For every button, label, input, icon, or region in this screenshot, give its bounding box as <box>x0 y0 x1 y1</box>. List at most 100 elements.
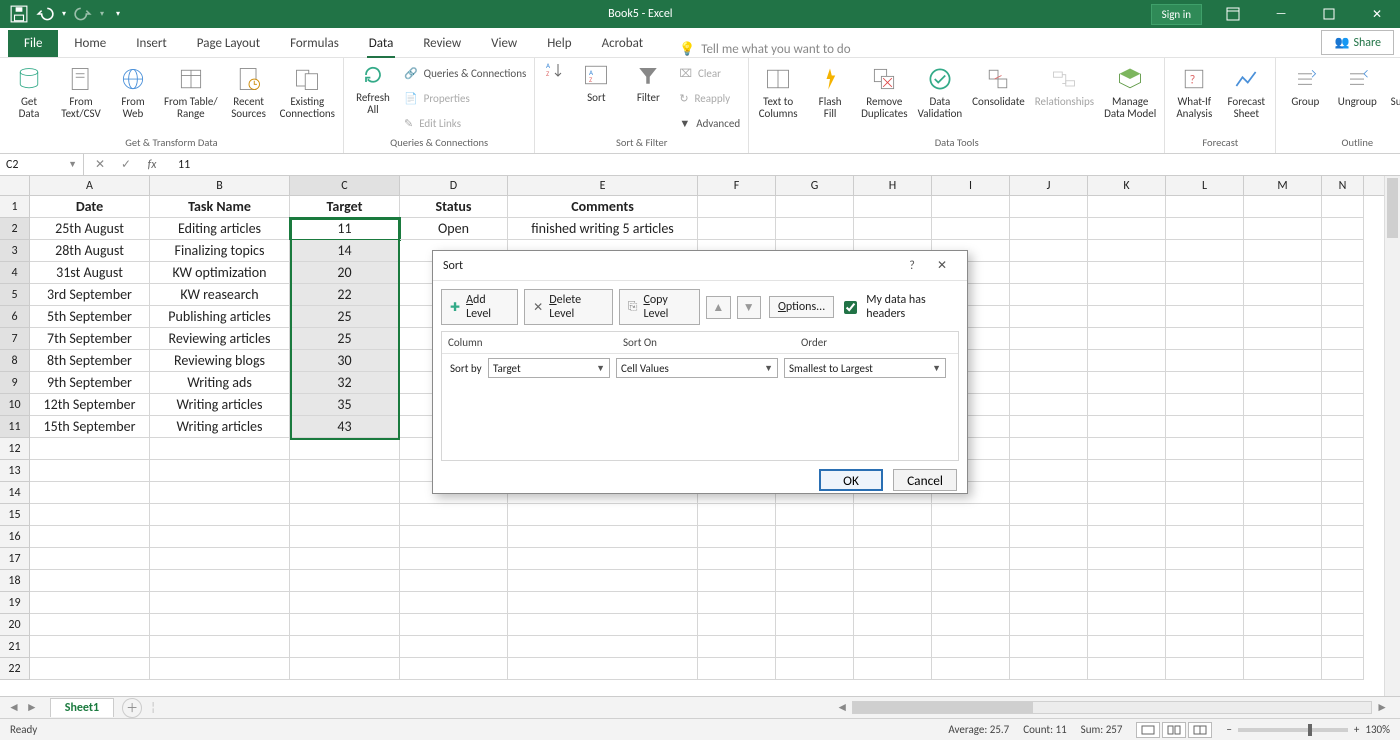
relationships-button[interactable]: Relationships <box>1035 60 1094 108</box>
cell[interactable]: KW reasearch <box>150 284 290 306</box>
cell[interactable] <box>1322 614 1364 636</box>
cell[interactable] <box>1088 196 1166 218</box>
zoom-control[interactable]: − + 130% <box>1226 723 1390 736</box>
cell[interactable] <box>1322 306 1364 328</box>
data-validation-button[interactable]: Data Validation <box>918 60 963 120</box>
cell[interactable]: 25 <box>290 306 400 328</box>
cell[interactable] <box>1244 438 1322 460</box>
col-E[interactable]: E <box>508 176 698 195</box>
row-header[interactable]: 6 <box>0 306 30 328</box>
cell[interactable] <box>1088 284 1166 306</box>
cell[interactable] <box>1010 482 1088 504</box>
col-N[interactable]: N <box>1322 176 1364 195</box>
cell[interactable] <box>400 526 508 548</box>
chevron-down-icon[interactable]: ▼ <box>68 159 77 170</box>
zoom-out-icon[interactable]: − <box>1226 723 1231 736</box>
cell[interactable] <box>290 592 400 614</box>
cell[interactable] <box>854 658 932 680</box>
ungroup-button[interactable]: Ungroup <box>1336 60 1378 108</box>
cell[interactable] <box>698 218 776 240</box>
scroll-left-icon[interactable]: ◄ <box>832 700 852 715</box>
cell[interactable] <box>1166 240 1244 262</box>
cell[interactable] <box>1322 372 1364 394</box>
cell[interactable] <box>1166 636 1244 658</box>
cell[interactable] <box>30 504 150 526</box>
cell[interactable]: Editing articles <box>150 218 290 240</box>
cell[interactable] <box>290 526 400 548</box>
cell[interactable] <box>698 636 776 658</box>
cell[interactable] <box>400 614 508 636</box>
cell[interactable] <box>1244 416 1322 438</box>
cell[interactable] <box>1322 240 1364 262</box>
cell[interactable] <box>290 570 400 592</box>
row-header[interactable]: 7 <box>0 328 30 350</box>
cell[interactable] <box>1322 350 1364 372</box>
cell[interactable] <box>1322 482 1364 504</box>
cell[interactable]: 9th September <box>30 372 150 394</box>
cell[interactable]: 8th September <box>30 350 150 372</box>
cell[interactable] <box>1322 438 1364 460</box>
from-web-button[interactable]: From Web <box>112 60 154 120</box>
cell[interactable] <box>400 658 508 680</box>
cell[interactable] <box>30 460 150 482</box>
formula-input[interactable]: 11 <box>168 158 190 172</box>
col-B[interactable]: B <box>150 176 290 195</box>
col-G[interactable]: G <box>776 176 854 195</box>
cell[interactable] <box>508 548 698 570</box>
tab-acrobat[interactable]: Acrobat <box>588 30 658 57</box>
cell[interactable] <box>1244 350 1322 372</box>
cell[interactable]: Reviewing articles <box>150 328 290 350</box>
cell[interactable] <box>1322 592 1364 614</box>
cell[interactable] <box>508 658 698 680</box>
row-header[interactable]: 4 <box>0 262 30 284</box>
options-button[interactable]: Options... <box>769 296 834 318</box>
cell[interactable] <box>1166 526 1244 548</box>
tab-file[interactable]: File <box>8 30 58 57</box>
cell[interactable] <box>1244 394 1322 416</box>
advanced-filter-button[interactable]: ▼Advanced <box>679 112 740 134</box>
cell[interactable] <box>150 438 290 460</box>
cell[interactable] <box>400 548 508 570</box>
select-all-triangle[interactable] <box>0 176 30 195</box>
cell[interactable] <box>1322 636 1364 658</box>
cell[interactable] <box>400 504 508 526</box>
cell[interactable] <box>932 570 1010 592</box>
cell[interactable] <box>1010 372 1088 394</box>
row-header[interactable]: 13 <box>0 460 30 482</box>
cell[interactable] <box>1088 570 1166 592</box>
zoom-slider[interactable] <box>1238 728 1348 732</box>
undo-dropdown-icon[interactable]: ▾ <box>62 9 66 19</box>
sort-on-select[interactable]: Cell Values▼ <box>616 358 778 378</box>
horizontal-scrollbar[interactable] <box>852 701 1372 714</box>
group-button[interactable]: Group <box>1284 60 1326 108</box>
cell[interactable] <box>1322 262 1364 284</box>
col-L[interactable]: L <box>1166 176 1244 195</box>
cell[interactable] <box>854 526 932 548</box>
cell[interactable] <box>1088 262 1166 284</box>
from-table-range-button[interactable]: From Table/ Range <box>164 60 218 120</box>
move-up-button[interactable]: ▲ <box>706 296 730 319</box>
cell[interactable] <box>1088 328 1166 350</box>
cell[interactable] <box>400 636 508 658</box>
cell[interactable] <box>150 614 290 636</box>
cell[interactable] <box>1166 570 1244 592</box>
col-F[interactable]: F <box>698 176 776 195</box>
cell[interactable] <box>1244 328 1322 350</box>
zoom-slider-thumb[interactable] <box>1308 724 1312 736</box>
cell[interactable] <box>776 526 854 548</box>
cell[interactable] <box>290 658 400 680</box>
queries-connections-button[interactable]: 🔗Queries & Connections <box>404 62 526 84</box>
cell[interactable] <box>508 570 698 592</box>
cell[interactable] <box>1010 196 1088 218</box>
cell[interactable] <box>698 592 776 614</box>
cell[interactable] <box>30 658 150 680</box>
cell[interactable] <box>1244 218 1322 240</box>
scroll-thumb[interactable] <box>1387 178 1398 238</box>
cell[interactable] <box>698 570 776 592</box>
cell[interactable] <box>290 438 400 460</box>
cell[interactable]: 25th August <box>30 218 150 240</box>
vertical-scrollbar[interactable] <box>1384 176 1400 696</box>
row-header[interactable]: 17 <box>0 548 30 570</box>
cell[interactable] <box>400 592 508 614</box>
cell[interactable] <box>1010 658 1088 680</box>
